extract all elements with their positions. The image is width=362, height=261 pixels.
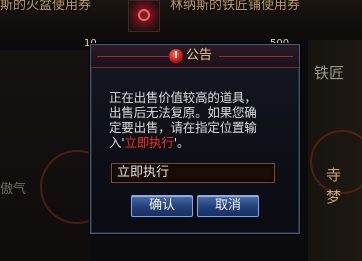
dialog-header[interactable]: ! 公告 [91,45,299,68]
background-label: 傲气 [0,182,27,197]
dialog-message: 正在出售价值较高的道具， 出售后无法复原。如果您确 定要出售，请在指定位置输 入… [109,90,295,150]
item-icon-ticket[interactable] [128,0,160,32]
background-label: 铁匠 [314,64,345,82]
alert-icon: ! [169,49,183,63]
confirm-phrase-input[interactable]: 立即执行 [111,163,275,183]
dialog-title: 公告 [186,48,213,63]
header-divider [219,56,293,57]
item-name-left: 斯的火盆使用券 [0,0,92,13]
message-line: 入'立即执行'。 [109,135,295,150]
message-prefix: 入' [109,135,125,150]
background-label: 梦 [326,188,342,206]
message-line: 定要出售，请在指定位置输 [109,120,257,135]
item-name-right: 林纳斯的铁匠铺使用券 [170,0,301,13]
message-line: 出售后无法复原。如果您确 [109,105,257,120]
background-label: 寺 [326,166,342,184]
message-suffix: '。 [173,135,190,150]
header-divider [97,56,169,57]
message-line: 正在出售价值较高的道具， [109,90,257,105]
confirm-button[interactable]: 确认 [131,195,193,217]
cancel-button[interactable]: 取消 [197,195,259,217]
required-phrase: 立即执行 [124,135,174,150]
notice-dialog: ! 公告 正在出售价值较高的道具， 出售后无法复原。如果您确 定要出售，请在指定… [90,44,300,234]
ticket-icon [138,9,150,21]
